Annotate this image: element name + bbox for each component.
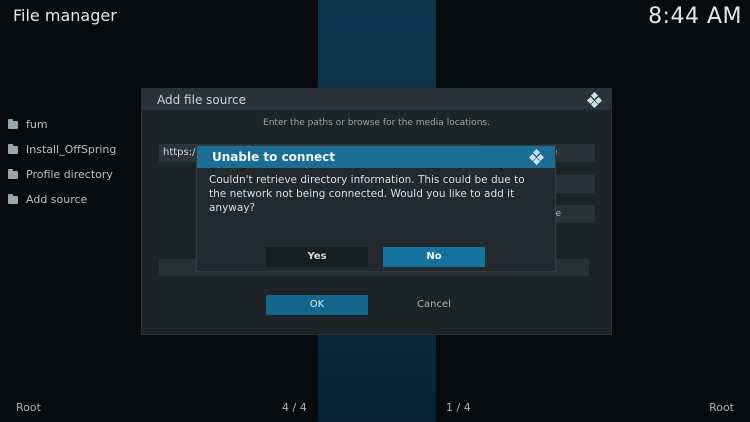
dialog-title: Add file source (157, 92, 246, 107)
ok-button[interactable]: OK (266, 295, 368, 315)
folder-icon (8, 118, 18, 129)
page-title: File manager (13, 6, 117, 25)
dialog-header: Unable to connect (197, 146, 555, 168)
footer-path-right: Root (709, 401, 734, 414)
source-item-label: Profile directory (26, 168, 113, 181)
dialog-instruction: Enter the paths or browse for the media … (263, 118, 490, 128)
folder-icon (8, 168, 18, 179)
kodi-logo-icon (528, 148, 545, 166)
source-list: fum Install_OffSpring Profile directory … (8, 112, 116, 212)
source-item-profile-directory[interactable]: Profile directory (8, 162, 116, 187)
folder-icon (8, 143, 18, 154)
source-item-label: Add source (26, 193, 88, 206)
dialog-message: Couldn't retrieve directory information.… (209, 174, 525, 214)
dialog-header: Add file source (142, 89, 611, 110)
folder-icon (8, 193, 18, 204)
footer-path-left: Root (16, 401, 41, 414)
cancel-button[interactable]: Cancel (383, 295, 485, 315)
no-button[interactable]: No (383, 247, 485, 267)
source-item-install-offspring[interactable]: Install_OffSpring (8, 137, 116, 162)
kodi-logo-icon (586, 91, 603, 109)
dialog-title: Unable to connect (212, 150, 335, 164)
clock: 8:44 AM (648, 4, 742, 29)
footer-page-left: 4 / 4 (282, 401, 307, 414)
source-item-add-source[interactable]: Add source (8, 187, 116, 212)
unable-to-connect-dialog: Unable to connect Couldn't retrieve dire… (196, 145, 556, 272)
source-item-label: Install_OffSpring (26, 143, 117, 156)
footer-page-right: 1 / 4 (446, 401, 471, 414)
source-item-label: fum (26, 118, 48, 131)
source-item-fum[interactable]: fum (8, 112, 116, 137)
yes-button[interactable]: Yes (266, 247, 368, 267)
